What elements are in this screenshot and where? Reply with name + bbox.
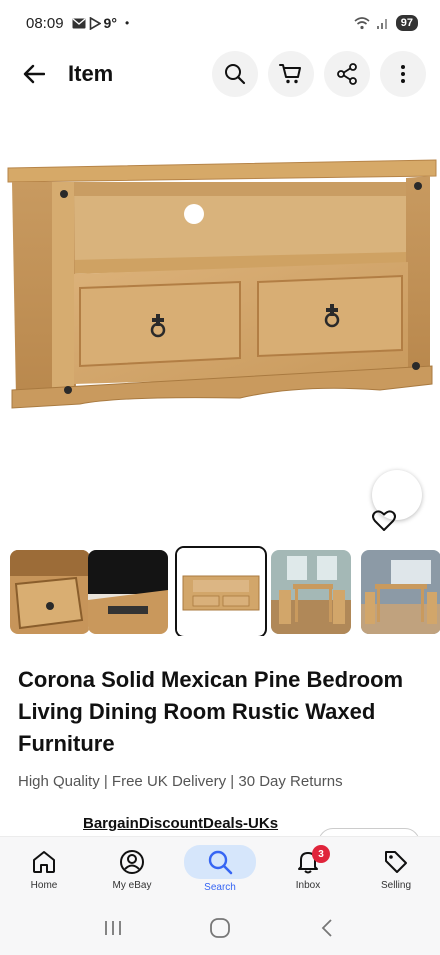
nav-label: Selling bbox=[380, 880, 412, 891]
heart-icon bbox=[372, 510, 396, 531]
recents-button[interactable] bbox=[93, 908, 133, 948]
item-subtitle: High Quality | Free UK Delivery | 30 Day… bbox=[18, 773, 343, 790]
thumbnail-image bbox=[271, 550, 351, 634]
nav-search-icon-wrap bbox=[184, 845, 256, 879]
thumbnail-1[interactable] bbox=[10, 550, 90, 634]
app-bar: Item bbox=[0, 48, 440, 100]
nav-my-ebay[interactable]: My eBay bbox=[88, 837, 176, 900]
dot-icon: • bbox=[124, 16, 130, 30]
product-image-carousel[interactable] bbox=[0, 112, 440, 532]
nav-search[interactable]: Search bbox=[176, 837, 264, 900]
thumbnail-image bbox=[177, 548, 264, 635]
thumbnail-image bbox=[10, 550, 90, 634]
more-options-button[interactable] bbox=[380, 51, 426, 97]
arrow-left-icon bbox=[23, 64, 45, 84]
item-title: Corona Solid Mexican Pine Bedroom Living… bbox=[18, 667, 404, 756]
thumbnail-image bbox=[88, 550, 168, 634]
page-title: Item bbox=[68, 61, 114, 86]
share-icon bbox=[337, 63, 357, 85]
search-button[interactable] bbox=[212, 51, 258, 97]
share-button[interactable] bbox=[324, 51, 370, 97]
thumbnail-3[interactable] bbox=[175, 546, 267, 636]
signal-icon bbox=[376, 18, 387, 29]
thumbnail-4[interactable] bbox=[271, 550, 351, 634]
nav-selling[interactable]: Selling bbox=[352, 837, 440, 900]
thumbnail-strip bbox=[0, 546, 440, 636]
nav-inbox[interactable]: 3 Inbox bbox=[264, 837, 352, 900]
system-back-button[interactable] bbox=[307, 908, 347, 948]
home-icon bbox=[33, 851, 55, 873]
nav-label: Home bbox=[30, 880, 58, 891]
wifi-icon bbox=[354, 16, 370, 29]
nav-home[interactable]: Home bbox=[0, 837, 88, 900]
status-time: 08:09 bbox=[26, 14, 64, 32]
nav-label: Inbox bbox=[295, 880, 321, 891]
tag-icon bbox=[385, 851, 407, 873]
nav-home-icon-wrap bbox=[9, 847, 79, 877]
favorite-button[interactable] bbox=[372, 470, 422, 531]
recents-icon bbox=[105, 920, 122, 935]
app-bar-actions bbox=[212, 51, 426, 97]
battery-indicator: 97 bbox=[395, 15, 418, 31]
account-icon bbox=[120, 850, 144, 874]
nav-my-ebay-icon-wrap bbox=[97, 847, 167, 877]
product-image bbox=[7, 159, 437, 409]
thumbnail-2[interactable] bbox=[88, 550, 168, 634]
system-home-button[interactable] bbox=[200, 908, 240, 948]
home-icon bbox=[210, 917, 230, 938]
seller-link[interactable]: BargainDiscountDeals-UKs bbox=[83, 815, 278, 832]
play-icon bbox=[89, 16, 101, 30]
nav-selling-icon-wrap bbox=[361, 847, 431, 877]
system-nav-bar bbox=[0, 900, 440, 955]
thumbnail-image bbox=[361, 550, 440, 634]
nav-inbox-icon-wrap bbox=[273, 847, 343, 877]
more-vertical-icon bbox=[401, 65, 405, 83]
status-right: 97 bbox=[354, 15, 418, 31]
inbox-badge: 3 bbox=[312, 845, 330, 863]
back-button[interactable] bbox=[20, 60, 48, 88]
search-icon bbox=[208, 850, 233, 875]
status-temperature: 9° bbox=[103, 15, 117, 31]
cart-icon bbox=[279, 64, 301, 84]
nav-label: Search bbox=[204, 882, 236, 893]
search-icon bbox=[225, 64, 246, 85]
bottom-nav: Home My eBay Search 3 Inbox Selling bbox=[0, 836, 440, 900]
status-bar: 08:09 9° • 97 bbox=[0, 0, 440, 46]
back-icon bbox=[321, 918, 332, 937]
thumbnail-5[interactable] bbox=[361, 550, 440, 634]
nav-label: My eBay bbox=[112, 880, 152, 891]
mail-icon bbox=[72, 18, 86, 28]
cart-button[interactable] bbox=[268, 51, 314, 97]
status-notification-icons: 9° • bbox=[72, 15, 130, 31]
